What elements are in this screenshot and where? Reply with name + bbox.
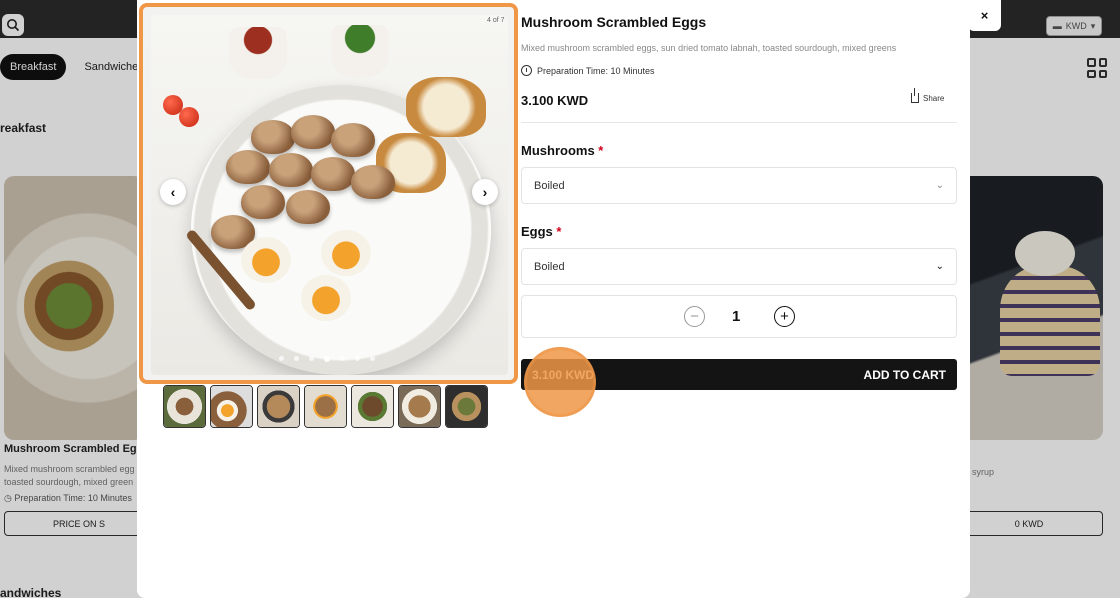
image-gallery[interactable] — [139, 3, 518, 384]
slide-dot[interactable] — [309, 356, 314, 361]
select-value: Boiled — [534, 179, 565, 192]
slide-dot[interactable] — [370, 356, 375, 361]
option-name: Mushrooms — [521, 143, 595, 158]
add-to-cart-button[interactable]: 3.100 KWD ADD TO CART — [521, 359, 957, 390]
decrease-quantity-button[interactable]: − — [684, 306, 705, 327]
share-label: Share — [923, 93, 945, 103]
required-marker: * — [598, 143, 604, 158]
close-button[interactable]: × — [968, 0, 1001, 31]
quantity-value: 1 — [732, 308, 741, 325]
eggs-select[interactable]: Boiled ⌄ — [521, 248, 957, 285]
next-image-button[interactable]: › — [472, 179, 498, 205]
option-label-eggs: Eggs * — [521, 224, 561, 239]
plus-icon: + — [780, 308, 789, 325]
slide-dot[interactable] — [340, 356, 345, 361]
slide-dot[interactable] — [324, 356, 330, 362]
slide-dot[interactable] — [355, 356, 360, 361]
item-description: Mixed mushroom scrambled eggs, sun dried… — [521, 43, 897, 53]
item-price: 3.100 KWD — [521, 93, 589, 108]
select-value: Boiled — [534, 260, 565, 273]
mushrooms-select[interactable]: Boiled ⌄ — [521, 167, 957, 204]
thumbnail-3[interactable] — [257, 385, 300, 428]
thumbnail-6[interactable] — [398, 385, 441, 428]
slide-dot[interactable] — [279, 356, 284, 361]
slide-dot[interactable] — [294, 356, 299, 361]
option-label-mushrooms: Mushrooms * — [521, 143, 603, 158]
item-title: Mushroom Scrambled Eggs — [521, 14, 707, 30]
thumbnail-strip — [163, 385, 488, 428]
clock-icon — [521, 65, 532, 76]
option-name: Eggs — [521, 224, 553, 239]
share-button[interactable]: Share — [911, 88, 945, 103]
prep-time: Preparation Time: 10 Minutes — [521, 65, 655, 76]
quantity-stepper: − 1 + — [521, 295, 957, 338]
share-icon — [911, 88, 919, 103]
close-icon: × — [980, 8, 989, 23]
chevron-down-icon: ⌄ — [935, 261, 944, 272]
slide-indicators — [279, 356, 375, 362]
main-food-image — [151, 15, 508, 375]
thumbnail-4[interactable] — [304, 385, 347, 428]
chevron-left-icon: ‹ — [170, 184, 176, 200]
cart-button-label: ADD TO CART — [863, 368, 946, 382]
thumbnail-5[interactable] — [351, 385, 394, 428]
minus-icon: − — [690, 308, 699, 325]
thumbnail-2[interactable] — [210, 385, 253, 428]
image-page-count: 4 of 7 — [487, 17, 505, 24]
thumbnail-7[interactable] — [445, 385, 488, 428]
increase-quantity-button[interactable]: + — [774, 306, 795, 327]
chevron-right-icon: › — [482, 184, 488, 200]
prep-time-text: Preparation Time: 10 Minutes — [537, 65, 655, 76]
cart-button-price: 3.100 KWD — [532, 368, 595, 382]
divider — [521, 122, 957, 123]
required-marker: * — [556, 224, 562, 239]
chevron-down-icon: ⌄ — [935, 180, 944, 191]
thumbnail-1[interactable] — [163, 385, 206, 428]
previous-image-button[interactable]: ‹ — [160, 179, 186, 205]
